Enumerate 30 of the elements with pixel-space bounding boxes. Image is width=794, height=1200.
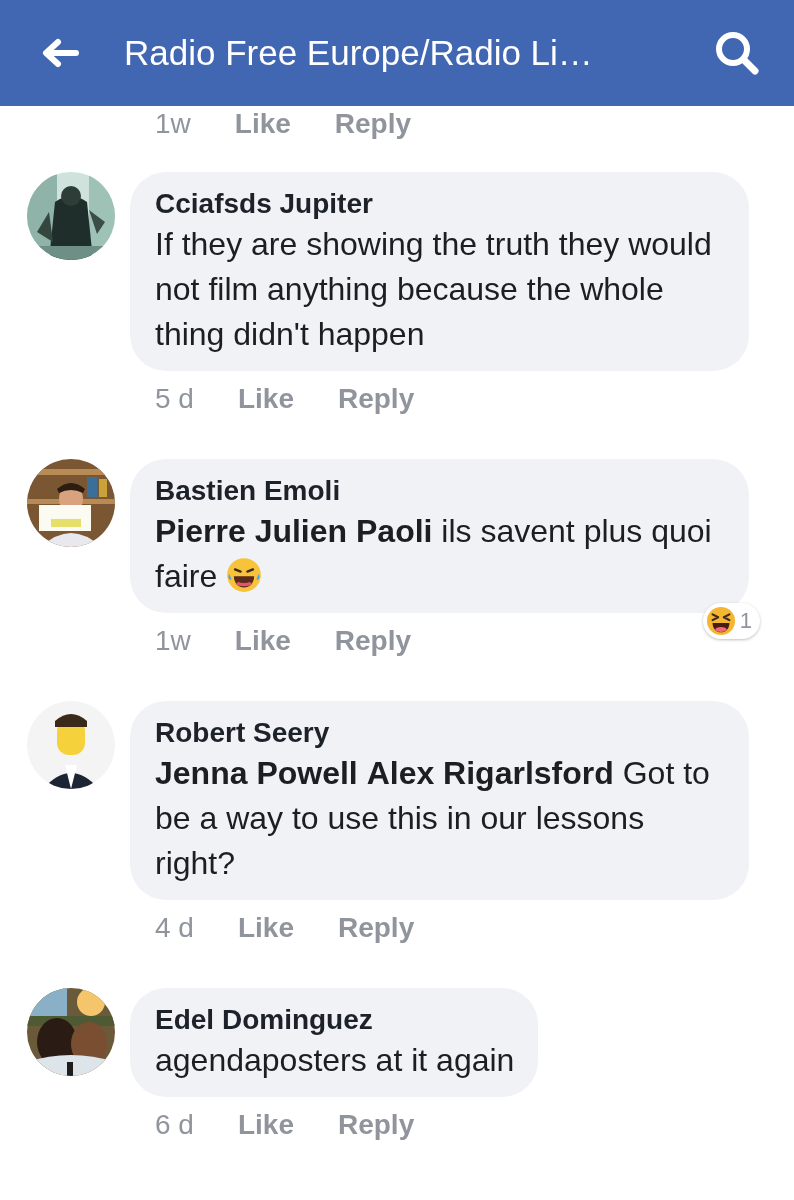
comment-text: agendaposters at it again xyxy=(155,1041,515,1080)
laughing-emoji-icon xyxy=(705,606,736,636)
like-link[interactable]: Like xyxy=(237,1109,294,1141)
reply-link[interactable]: Reply xyxy=(334,625,412,657)
commenter-name[interactable]: Cciafsds Jupiter xyxy=(155,186,725,222)
comment-text: Jenna Powell Alex Rigarlsford Got to be a way to use this in our lessons right? xyxy=(155,754,711,883)
like-link[interactable]: Like xyxy=(234,625,291,657)
reaction-badge[interactable]: 1 xyxy=(702,603,760,639)
reply-link[interactable]: Reply xyxy=(337,912,415,944)
reply-link[interactable]: Reply xyxy=(337,1109,415,1141)
commenter-name[interactable]: Edel Dominguez xyxy=(155,1002,515,1038)
like-link[interactable]: Like xyxy=(234,108,291,142)
search-icon[interactable] xyxy=(714,30,760,76)
reply-link[interactable]: Reply xyxy=(334,108,412,142)
commenter-name[interactable]: Bastien Emoli xyxy=(155,473,725,509)
back-arrow-icon[interactable] xyxy=(40,37,80,69)
reaction-count: 1 xyxy=(739,608,752,634)
comment-time: 1w xyxy=(155,108,191,141)
like-link[interactable]: Like xyxy=(237,383,294,415)
like-link[interactable]: Like xyxy=(237,912,294,944)
comment-time: 5 d xyxy=(155,383,194,415)
comment-text: If they are showing the truth they would not film anything because the whole thing didn't happen xyxy=(155,225,713,354)
comment-time: 4 d xyxy=(155,912,194,944)
comment-text: Pierre Julien Paoli ils savent plus quoi faire xyxy=(155,512,713,596)
reply-link[interactable]: Reply xyxy=(337,383,415,415)
comment-time: 1w xyxy=(155,625,191,657)
laughing-tears-emoji-icon xyxy=(226,557,263,593)
commenter-name[interactable]: Robert Seery xyxy=(155,715,725,751)
page-title: Radio Free Europe/Radio Li… xyxy=(124,33,594,73)
comment-time: 6 d xyxy=(155,1109,194,1141)
